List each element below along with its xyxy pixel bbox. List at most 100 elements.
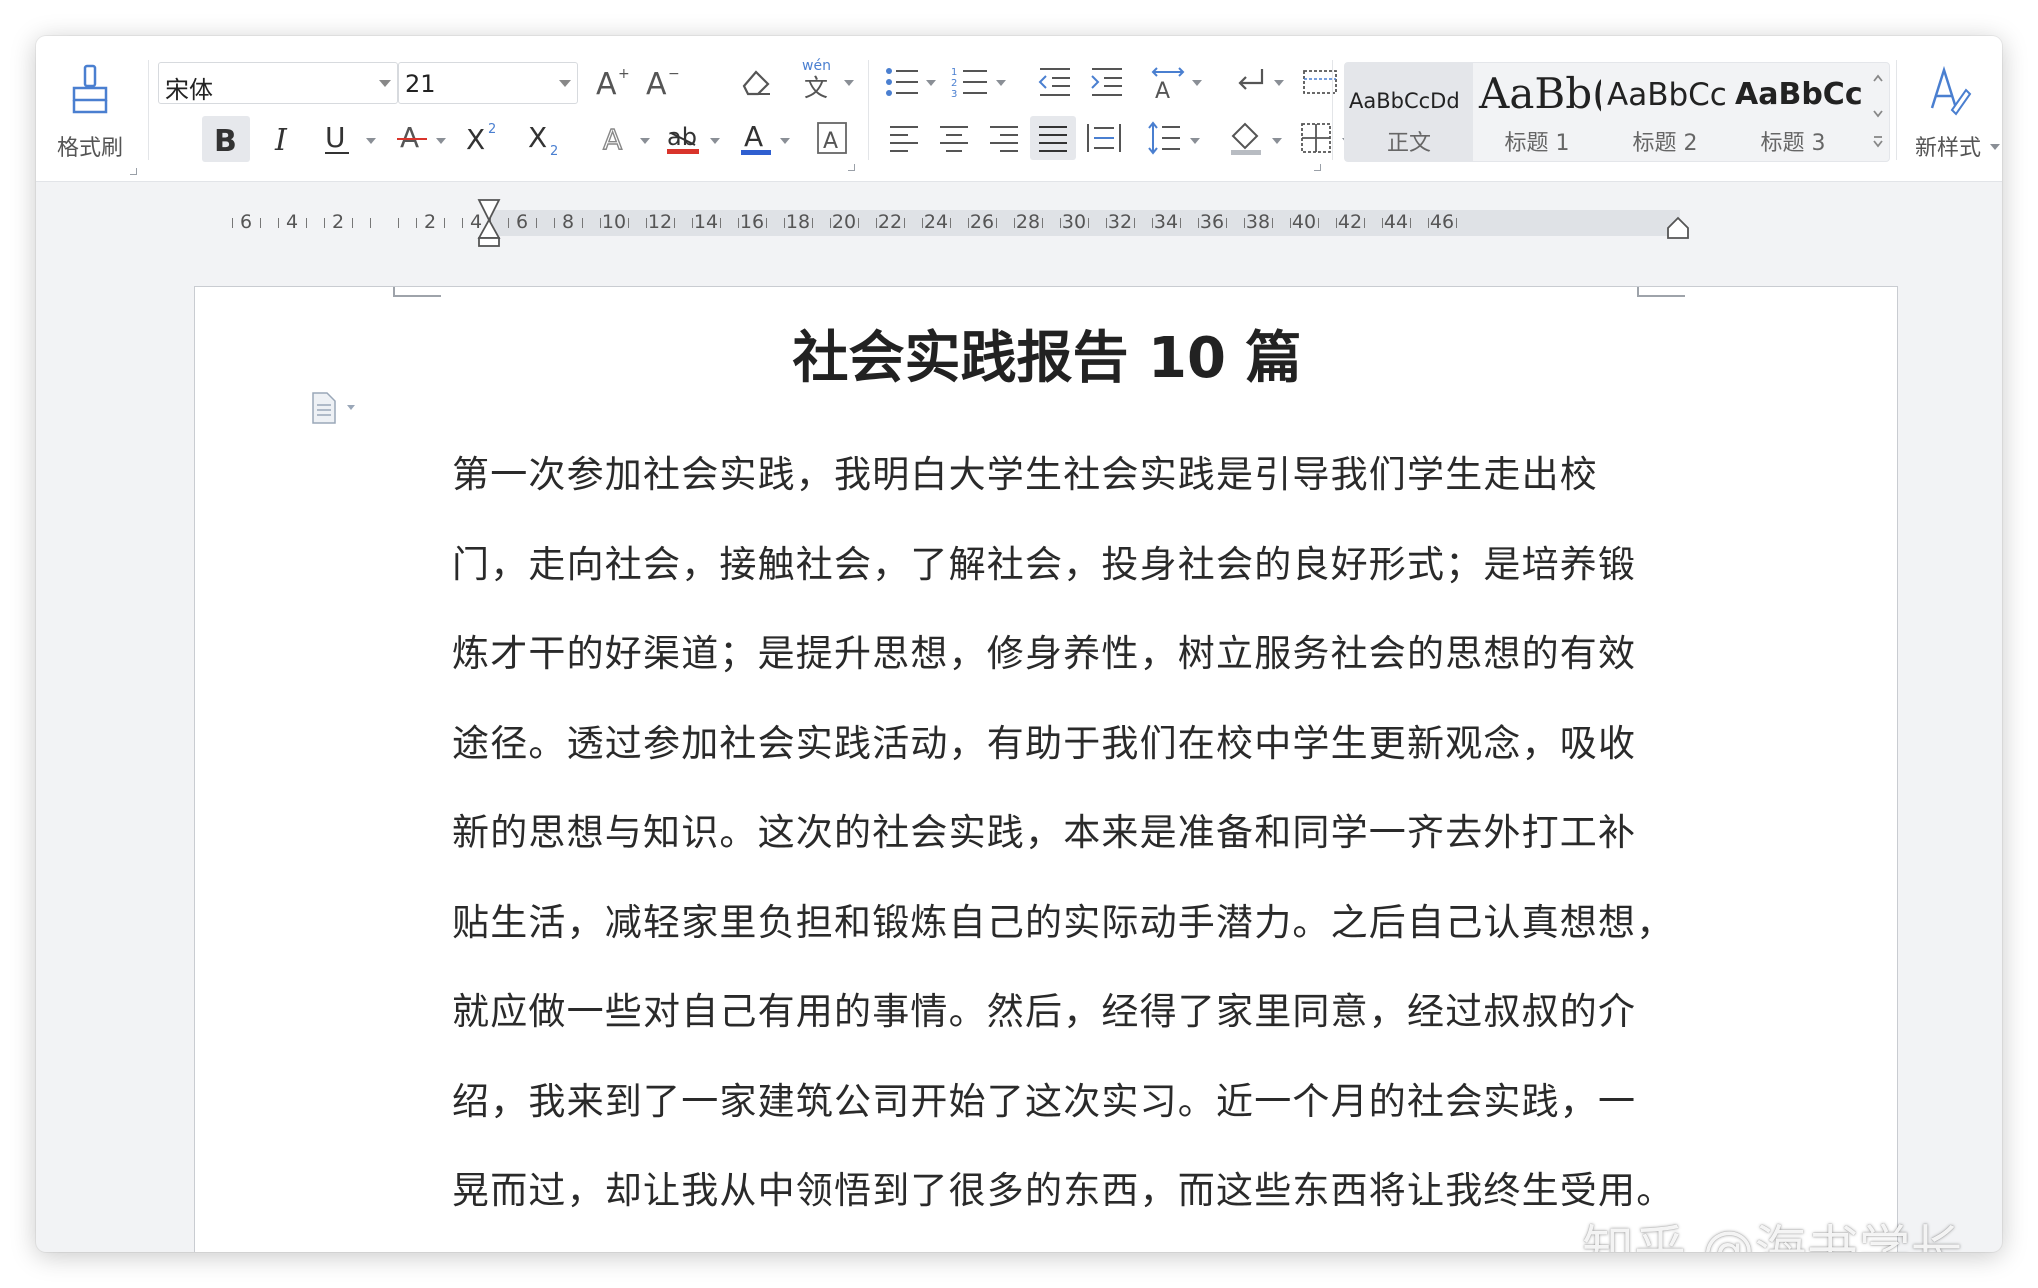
ruler-tick xyxy=(462,218,463,228)
group-launcher-icon[interactable] xyxy=(848,164,855,171)
gallery-scroll[interactable] xyxy=(1867,63,1889,161)
style-normal[interactable]: AaBbCcDd 正文 xyxy=(1345,63,1473,161)
clear-format-button[interactable] xyxy=(736,62,776,102)
phonetic-guide-icon: wén 文 xyxy=(802,58,831,100)
bold-button[interactable]: B xyxy=(202,116,250,162)
style-sample: AaBbCc xyxy=(1607,77,1727,113)
svg-text:A: A xyxy=(400,121,419,154)
chevron-down-icon[interactable] xyxy=(780,138,790,144)
grid-dotted-icon xyxy=(1303,70,1337,94)
ruler-tick xyxy=(720,218,721,228)
chinese-layout-button[interactable]: A xyxy=(1148,62,1188,102)
italic-icon: I xyxy=(274,123,288,156)
ruler-label: 6 xyxy=(239,211,253,233)
distribute-button[interactable] xyxy=(1084,118,1124,158)
chevron-down-icon[interactable] xyxy=(1274,80,1284,86)
group-launcher-icon[interactable] xyxy=(1314,164,1321,171)
ruler-tick xyxy=(324,218,325,228)
ruler-tick xyxy=(858,218,859,228)
chevron-down-icon[interactable] xyxy=(844,80,854,86)
style-heading-2[interactable]: AaBbCc 标题 2 xyxy=(1601,63,1729,161)
chevron-down-icon[interactable] xyxy=(926,80,936,86)
shrink-font-button[interactable]: A − xyxy=(642,62,682,102)
ruler-tick xyxy=(830,218,831,228)
ribbon-toolbar: 格式刷 宋体 21 A + A − wén 文 B I U A X 2 X 2 … xyxy=(36,36,2002,182)
highlight-button[interactable]: ab xyxy=(664,118,704,158)
chevron-down-icon[interactable] xyxy=(366,138,376,144)
align-left-button[interactable] xyxy=(884,118,924,158)
shading-button[interactable] xyxy=(1226,118,1266,158)
body-line: 就应做一些对自己有用的事情。然后，经得了家里同意，经过叔叔的介 xyxy=(452,990,1637,1033)
borders-button[interactable] xyxy=(1296,118,1336,158)
underline-button[interactable]: U xyxy=(318,118,358,158)
font-size-select[interactable]: 21 xyxy=(398,62,578,104)
chevron-down-icon xyxy=(559,80,571,87)
ruler-tick xyxy=(1272,218,1273,228)
chevron-down-icon[interactable] xyxy=(1990,144,2000,150)
new-style-button[interactable]: 新样式 xyxy=(1900,64,2000,164)
document-page[interactable]: 社会实践报告 10 篇 第一次参加社会实践，我明白大学生社会实践是引导我们学生走… xyxy=(194,286,1898,1252)
font-name-select[interactable]: 宋体 xyxy=(158,62,398,104)
superscript-button[interactable]: X2 xyxy=(464,118,504,158)
chevron-down-icon[interactable] xyxy=(1272,138,1282,144)
italic-button[interactable]: I xyxy=(264,118,304,158)
ruler-label: 44 xyxy=(1383,211,1409,233)
svg-text:A: A xyxy=(823,129,838,154)
ruler-tick xyxy=(232,218,233,228)
ruler-label: 42 xyxy=(1337,211,1363,233)
body-line: 贴生活，减轻家里负担和锻炼自己的实际动手潜力。之后自己认真想想， xyxy=(452,900,1675,944)
ruler-label: 14 xyxy=(693,211,719,233)
numbered-list-button[interactable]: 123 xyxy=(950,62,990,102)
style-heading-1[interactable]: AaBb( 标题 1 xyxy=(1473,63,1601,161)
chevron-down-icon[interactable] xyxy=(436,138,446,144)
paragraph-handle[interactable] xyxy=(309,391,363,429)
strikethrough-button[interactable]: A xyxy=(392,118,432,158)
ruler-tick xyxy=(1428,218,1429,228)
font-color-button[interactable]: A xyxy=(736,118,776,158)
bullet-list-icon xyxy=(886,68,918,96)
svg-text:X: X xyxy=(466,123,485,156)
svg-text:1: 1 xyxy=(951,67,957,78)
phonetic-guide-button[interactable]: wén 文 xyxy=(798,58,838,100)
chevron-down-icon[interactable] xyxy=(640,138,650,144)
ruler-tick xyxy=(370,218,371,228)
document-title[interactable]: 社会实践报告 10 篇 xyxy=(195,313,1899,394)
style-name: 标题 1 xyxy=(1504,131,1570,156)
horizontal-ruler[interactable]: 6 4 2 2 4 6 8 10 12 14 16 18 20 22 24 26 28 30 32 34 36 38 40 4… xyxy=(194,199,1932,247)
document-body[interactable]: 第一次参加社会实践，我明白大学生社会实践是引导我们学生走出校 门，走向社会，接触… xyxy=(452,447,1675,1252)
style-name: 标题 3 xyxy=(1760,131,1826,156)
ruler-tick xyxy=(1060,218,1061,228)
align-center-button[interactable] xyxy=(934,118,974,158)
grow-font-button[interactable]: A + xyxy=(592,62,632,102)
ruler-label: 22 xyxy=(877,211,903,233)
chevron-down-icon[interactable] xyxy=(996,80,1006,86)
bullet-list-button[interactable] xyxy=(882,62,922,102)
ruler-tick xyxy=(1042,218,1043,228)
justify-button[interactable] xyxy=(1030,116,1076,160)
ruler-tick xyxy=(600,218,601,228)
new-style-icon xyxy=(1930,65,1972,116)
align-right-button[interactable] xyxy=(984,118,1024,158)
chevron-down-icon[interactable] xyxy=(1190,138,1200,144)
grow-font-icon: A + xyxy=(596,66,630,100)
increase-indent-button[interactable] xyxy=(1086,62,1126,102)
outdent-icon xyxy=(1038,68,1070,96)
ruler-tick xyxy=(306,218,307,228)
group-launcher-icon[interactable] xyxy=(130,168,137,175)
text-effect-button[interactable]: A xyxy=(596,118,636,158)
line-spacing-button[interactable] xyxy=(1144,118,1184,158)
subscript-button[interactable]: X2 xyxy=(526,118,566,158)
ruler-tick xyxy=(1410,218,1411,228)
indent-marker-icon[interactable] xyxy=(473,198,505,248)
style-heading-3[interactable]: AaBbCc 标题 3 xyxy=(1729,63,1865,161)
char-border-button[interactable]: A xyxy=(812,118,852,158)
ruler-tick xyxy=(1318,218,1319,228)
decrease-indent-button[interactable] xyxy=(1034,62,1074,102)
highlighter-icon: ab xyxy=(667,123,699,154)
chevron-down-icon[interactable] xyxy=(710,138,720,144)
table-grid-button[interactable] xyxy=(1300,62,1340,102)
format-painter-button[interactable]: 格式刷 xyxy=(44,64,136,164)
show-marks-button[interactable] xyxy=(1230,62,1270,102)
right-indent-marker-icon[interactable] xyxy=(1664,216,1692,240)
chevron-down-icon[interactable] xyxy=(1192,80,1202,86)
